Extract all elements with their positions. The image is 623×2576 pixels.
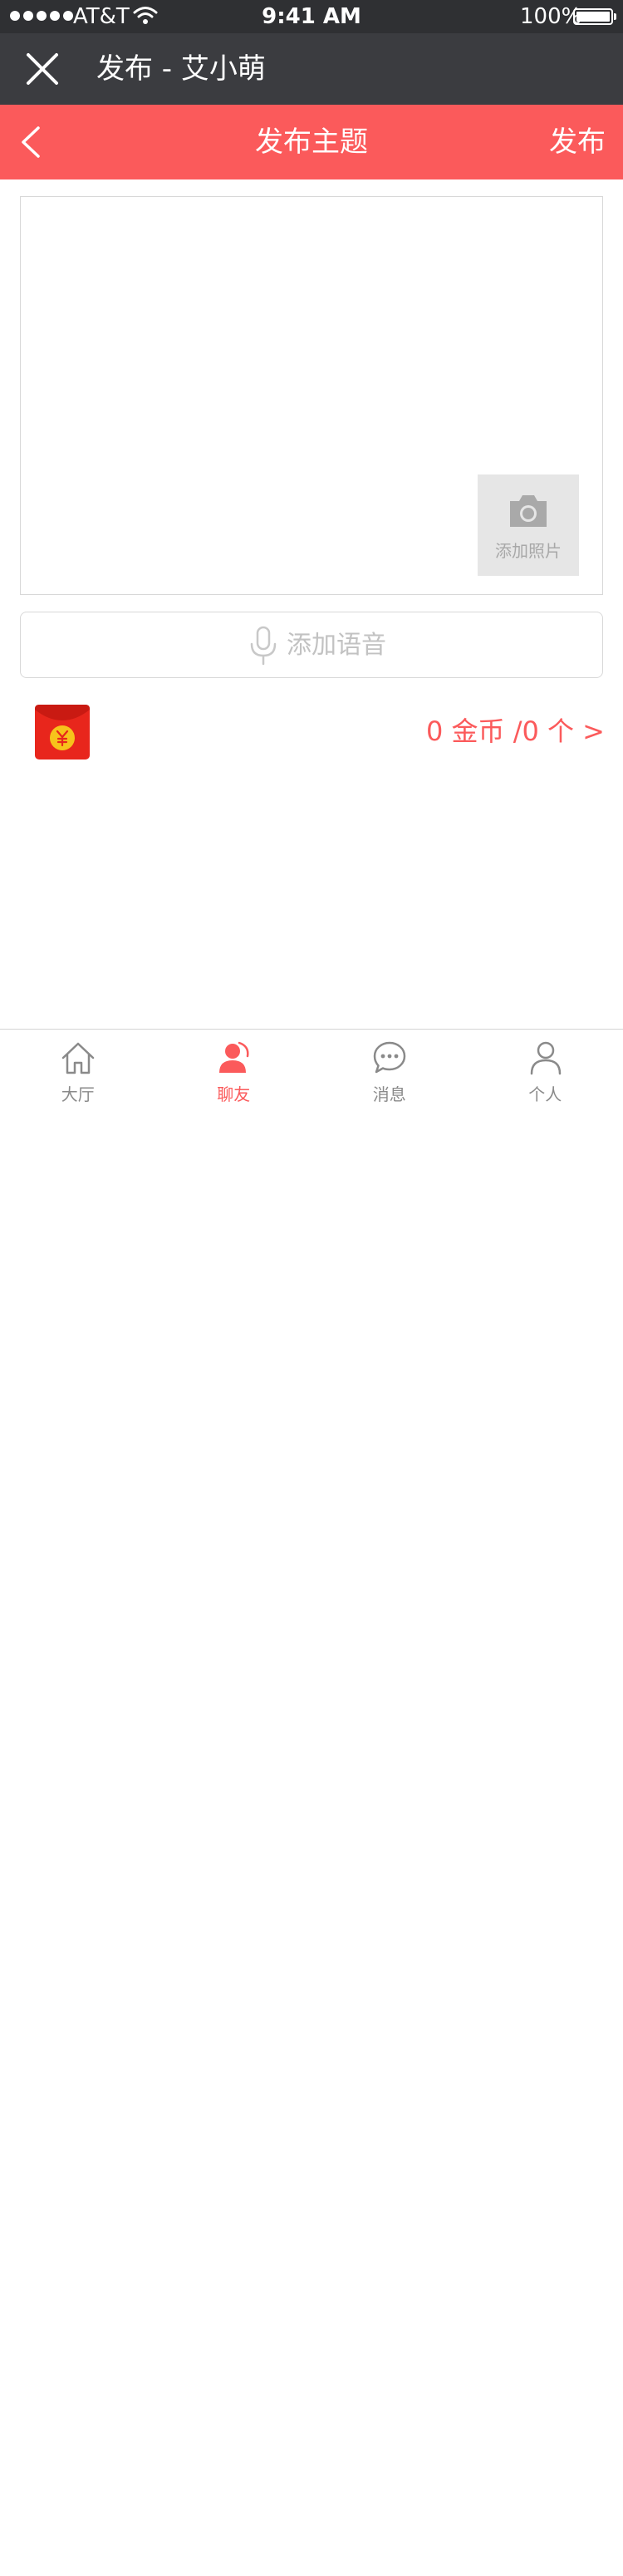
home-icon	[61, 1042, 95, 1074]
tab-hall[interactable]: 大厅	[0, 1030, 156, 1113]
tab-label: 个人	[528, 1084, 562, 1104]
battery-icon	[573, 8, 616, 25]
camera-icon	[510, 495, 547, 527]
red-packet-row: 0 金币 /0 个 >	[0, 698, 623, 764]
add-photo-label: 添加照片	[495, 541, 562, 561]
red-envelope-icon[interactable]	[33, 703, 91, 761]
add-voice-button[interactable]: 添加语音	[20, 612, 603, 678]
tab-label: 消息	[372, 1084, 406, 1104]
window-header: 发布 - 艾小萌	[0, 33, 623, 105]
add-voice-label: 添加语音	[287, 631, 386, 660]
chat-friends-icon	[218, 1041, 249, 1073]
tab-personal[interactable]: 个人	[468, 1030, 623, 1113]
coins-selector[interactable]: 0 金币 /0 个 >	[390, 698, 605, 764]
tab-label: 大厅	[61, 1084, 95, 1104]
content-box: 添加照片	[20, 196, 603, 595]
close-icon[interactable]	[25, 52, 60, 86]
page-title: 发布主题	[255, 125, 368, 159]
tab-messages[interactable]: 消息	[312, 1030, 468, 1113]
window-title: 发布 - 艾小萌	[96, 52, 266, 86]
person-icon	[530, 1041, 561, 1075]
publish-button[interactable]: 发布	[532, 105, 623, 179]
add-photo-button[interactable]: 添加照片	[478, 474, 579, 576]
status-bar: AT&T 9:41 AM 100%	[0, 0, 623, 33]
nav-bar: 发布主题 发布	[0, 105, 623, 179]
tab-bar: 大厅 聊友 消息 个人	[0, 1029, 623, 1112]
microphone-icon	[250, 626, 277, 666]
tab-chat-friends[interactable]: 聊友	[156, 1030, 312, 1113]
tab-label: 聊友	[217, 1084, 251, 1104]
message-icon	[373, 1041, 406, 1074]
